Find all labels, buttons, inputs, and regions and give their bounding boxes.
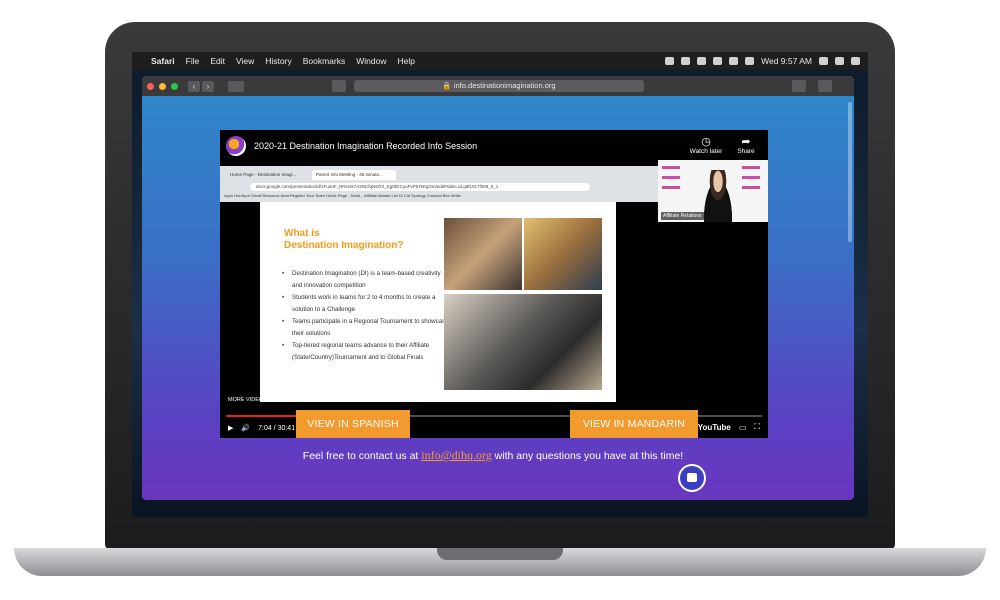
youtube-player[interactable]: 2020-21 Destination Imagination Recorded… <box>220 130 768 438</box>
privacy-shield-icon[interactable] <box>332 80 346 92</box>
lock-icon: 🔒 <box>442 81 454 90</box>
video-time: 7:04 / 30:41 <box>258 424 296 432</box>
play-icon[interactable]: ▶ <box>228 424 233 432</box>
back-button[interactable]: ‹ <box>188 80 200 92</box>
clock-icon: ◷ <box>701 136 711 148</box>
volume-icon[interactable]: 🔊 <box>241 424 250 432</box>
status-area: Wed 9:57 AM <box>665 56 860 66</box>
contact-text-post: with any questions you have at this time… <box>491 450 684 462</box>
tabs-overview-icon[interactable] <box>818 80 832 92</box>
slide-photo-drone <box>444 218 522 290</box>
share-icon[interactable] <box>792 80 806 92</box>
cast-icon[interactable]: ▭ <box>739 423 747 432</box>
di-logo-icon <box>662 166 680 169</box>
chat-bubble-icon[interactable] <box>678 464 706 492</box>
menu-view[interactable]: View <box>236 56 254 66</box>
watch-later-button[interactable]: ◷ Watch later <box>686 135 726 155</box>
bluetooth-icon[interactable] <box>713 57 723 65</box>
creative-cloud-icon[interactable] <box>681 57 691 65</box>
slide-photo-students <box>444 294 602 390</box>
wifi-icon[interactable] <box>729 57 739 65</box>
app-menu[interactable]: Safari <box>151 56 175 66</box>
web-page: 2020-21 Destination Imagination Recorded… <box>142 96 854 500</box>
notification-center-icon[interactable] <box>851 57 860 65</box>
display-icon[interactable] <box>697 57 707 65</box>
inner-bookmarks-bar: Apps HubSpot Gmail Resource Area Registe… <box>224 193 461 198</box>
share-arrow-icon: ➦ <box>741 136 751 148</box>
di-logo-icon <box>742 166 760 169</box>
safari-toolbar: ‹ › 🔒 info.destinationimagination.org <box>142 76 854 96</box>
fullscreen-icon[interactable]: ⛶ <box>754 422 760 432</box>
camera-icon[interactable] <box>665 57 675 65</box>
presenter-label: Affiliate Relations <box>661 212 704 220</box>
mac-menubar: Safari File Edit View History Bookmarks … <box>132 52 868 70</box>
di-logo-icon <box>662 176 680 179</box>
contact-email-link[interactable]: info@dihq.org <box>421 448 492 462</box>
menu-window[interactable]: Window <box>356 56 386 66</box>
presenter-figure <box>700 170 736 222</box>
address-bar-url: info.destinationimagination.org <box>453 81 556 90</box>
address-bar[interactable]: 🔒 info.destinationimagination.org <box>354 80 644 92</box>
laptop-notch <box>437 548 563 560</box>
share-label: Share <box>737 148 755 155</box>
contact-text-pre: Feel free to contact us at <box>302 450 422 462</box>
di-logo-icon <box>742 176 760 179</box>
search-icon[interactable] <box>819 57 828 65</box>
view-in-mandarin-button[interactable]: VIEW IN MANDARIN <box>570 410 698 438</box>
di-logo-icon <box>742 186 760 189</box>
slide-title: What is Destination Imagination? <box>284 228 404 251</box>
slide-bullet: Students work in teams for 2 to 4 months… <box>282 292 450 315</box>
sidebar-toggle-icon[interactable] <box>228 80 244 92</box>
slide-bullet: Top-tiered regional teams advance to the… <box>282 340 450 363</box>
inner-browser-chrome: Home Page - Destination Imagi... Parent … <box>220 166 658 202</box>
page-scrollbar[interactable] <box>848 102 852 242</box>
presentation-slide: What is Destination Imagination? Destina… <box>260 202 616 402</box>
inner-tab-home: Home Page - Destination Imagi... <box>230 172 297 177</box>
more-videos-label[interactable]: MORE VIDEOS <box>228 397 267 403</box>
close-window-button[interactable] <box>147 82 154 90</box>
inner-tab-parent-info: Parent Info Meeting - 45 minute... <box>312 170 396 180</box>
menubar-clock[interactable]: Wed 9:57 AM <box>761 56 812 66</box>
di-logo-icon <box>662 186 680 189</box>
view-in-spanish-button[interactable]: VIEW IN SPANISH <box>296 410 410 438</box>
laptop-mockup: Safari File Edit View History Bookmarks … <box>0 0 1000 600</box>
slide-bullet: Teams participate in a Regional Tourname… <box>282 316 450 339</box>
video-title[interactable]: 2020-21 Destination Imagination Recorded… <box>254 141 477 151</box>
share-button[interactable]: ➦ Share <box>726 135 766 155</box>
menu-history[interactable]: History <box>265 56 291 66</box>
menu-bookmarks[interactable]: Bookmarks <box>303 56 346 66</box>
battery-icon[interactable] <box>745 57 755 65</box>
slide-bullet: Destination Imagination (DI) is a team-b… <box>282 268 450 291</box>
channel-logo-icon[interactable] <box>226 136 246 156</box>
youtube-logo[interactable]: YouTube <box>698 423 731 432</box>
minimize-window-button[interactable] <box>159 82 166 90</box>
forward-button[interactable]: › <box>202 80 214 92</box>
slide-photo-team <box>524 218 602 290</box>
presenter-webcam: Affiliate Relations <box>658 160 768 222</box>
zoom-window-button[interactable] <box>171 82 178 90</box>
menu-help[interactable]: Help <box>397 56 414 66</box>
slide-bullet-list: Destination Imagination (DI) is a team-b… <box>282 268 450 364</box>
siri-icon[interactable] <box>835 57 844 65</box>
inner-url-bar: docs.google.com/presentation/d/1Fu2oF_RR… <box>250 183 590 191</box>
menu-file[interactable]: File <box>186 56 200 66</box>
menu-edit[interactable]: Edit <box>210 56 225 66</box>
contact-message: Feel free to contact us at info@dihq.org… <box>142 448 844 463</box>
watch-later-label: Watch later <box>689 148 723 155</box>
safari-window: ‹ › 🔒 info.destinationimagination.org 20… <box>142 76 854 500</box>
